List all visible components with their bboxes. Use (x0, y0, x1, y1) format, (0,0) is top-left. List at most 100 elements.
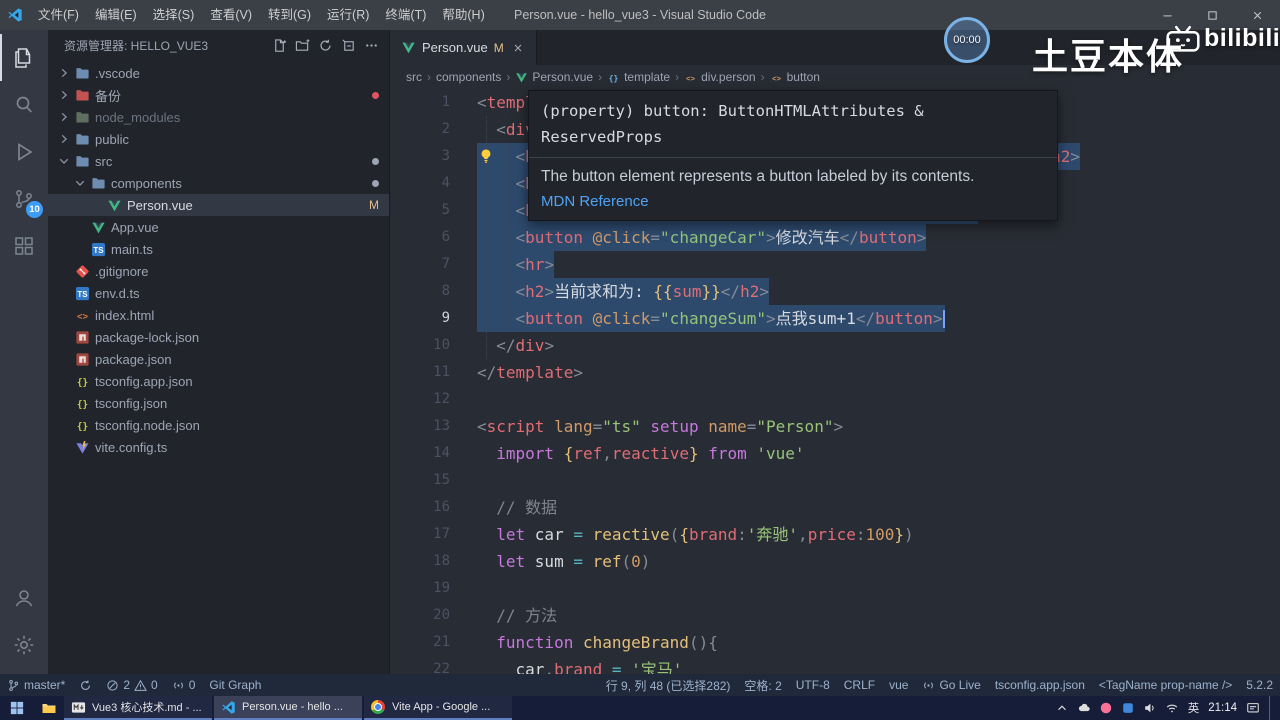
breadcrumb-template[interactable]: {}template (607, 70, 670, 84)
activity-search[interactable] (0, 81, 48, 128)
tree-item-src[interactable]: src (48, 150, 389, 172)
code-line-14[interactable]: 14 import {ref,reactive} from 'vue' (390, 440, 1280, 467)
collapse-all-button[interactable] (338, 35, 358, 55)
tree-item-item-1[interactable]: 备份 (48, 84, 389, 106)
tree-item-public[interactable]: public (48, 128, 389, 150)
menu-edit[interactable]: 编辑(E) (87, 0, 145, 30)
tree-item-index-html[interactable]: <>index.html (48, 304, 389, 326)
activity-explorer[interactable] (0, 34, 48, 81)
mdn-reference-link[interactable]: MDN Reference (529, 190, 1057, 220)
menu-help[interactable]: 帮助(H) (434, 0, 492, 30)
code-line-18[interactable]: 18 let sum = ref(0) (390, 548, 1280, 575)
line-content: </template> (477, 359, 583, 386)
speaker-tray-icon[interactable] (1143, 701, 1157, 715)
tree-item-package-lock-json[interactable]: package-lock.json (48, 326, 389, 348)
status-tsconfig[interactable]: tsconfig.app.json (988, 674, 1092, 696)
code-line-6[interactable]: 6 <button @click="changeCar">修改汽车</butto… (390, 224, 1280, 251)
tree-item-package-json[interactable]: package.json (48, 348, 389, 370)
refresh-button[interactable] (315, 35, 335, 55)
status-problems[interactable]: 20 (99, 674, 164, 696)
status-language-mode[interactable]: vue (882, 674, 915, 696)
code-line-13[interactable]: 13<script lang="ts" setup name="Person"> (390, 413, 1280, 440)
status-cursor-position[interactable]: 行 9, 列 48 (已选择282) (599, 674, 738, 696)
code-line-21[interactable]: 21 function changeBrand(){ (390, 629, 1280, 656)
line-number: 9 (390, 305, 450, 332)
tree-item-tsconfig-app-json[interactable]: {}tsconfig.app.json (48, 370, 389, 392)
status-sync[interactable] (72, 674, 99, 696)
activity-account[interactable] (0, 574, 48, 621)
code-line-8[interactable]: 8 <h2>当前求和为: {{sum}}</h2> (390, 278, 1280, 305)
breadcrumb-src[interactable]: src (406, 70, 422, 84)
tree-item-person-vue[interactable]: Person.vueM (48, 194, 389, 216)
code-line-16[interactable]: 16 // 数据 (390, 494, 1280, 521)
tree-item-main-ts[interactable]: TSmain.ts (48, 238, 389, 260)
menu-run[interactable]: 运行(R) (319, 0, 377, 30)
clock[interactable]: 21:14 (1208, 702, 1237, 714)
tree-item-app-vue[interactable]: App.vue (48, 216, 389, 238)
tree-item-tsconfig-node-json[interactable]: {}tsconfig.node.json (48, 414, 389, 436)
svg-text:{}: {} (76, 377, 87, 388)
start-button[interactable] (0, 696, 34, 720)
show-desktop-button[interactable] (1269, 696, 1274, 720)
tree-item-vscode[interactable]: .vscode (48, 62, 389, 84)
status-go-live[interactable]: Go Live (915, 674, 987, 696)
more-button[interactable] (361, 35, 381, 55)
chevron-up-tray-icon[interactable] (1055, 701, 1069, 715)
activity-debug[interactable] (0, 128, 48, 175)
notification-center-icon[interactable] (1246, 701, 1260, 715)
code-line-17[interactable]: 17 let car = reactive({brand:'奔驰',price:… (390, 521, 1280, 548)
tree-item-components[interactable]: components (48, 172, 389, 194)
blue-square-tray-icon[interactable] (1121, 701, 1135, 715)
status-volar-version[interactable]: 5.2.2 (1239, 674, 1280, 696)
menu-view[interactable]: 查看(V) (202, 0, 260, 30)
new-folder-button[interactable] (292, 35, 312, 55)
taskbar-window-vscode[interactable]: Person.vue - hello ... (214, 696, 362, 720)
code-line-20[interactable]: 20 // 方法 (390, 602, 1280, 629)
tree-item-gitignore[interactable]: .gitignore (48, 260, 389, 282)
status-branch[interactable]: master* (0, 674, 72, 696)
code-line-9[interactable]: 9 <button @click="changeSum">点我sum+1</bu… (390, 305, 1280, 332)
tab-close-icon[interactable] (510, 40, 526, 56)
status-git-graph[interactable]: Git Graph (202, 674, 268, 696)
code-line-12[interactable]: 12 (390, 386, 1280, 413)
breadcrumb-button[interactable]: <>button (770, 70, 820, 84)
status-label: 0 (151, 678, 158, 692)
status-encoding[interactable]: UTF-8 (789, 674, 837, 696)
taskbar-window-typora[interactable]: Vue3 核心技术.md - ... (64, 696, 212, 720)
tree-item-vite-config-ts[interactable]: vite.config.ts (48, 436, 389, 458)
status-tag-template[interactable]: <TagName prop-name /> (1092, 674, 1239, 696)
activity-source-control[interactable]: 10 (0, 175, 48, 222)
activity-extensions[interactable] (0, 222, 48, 269)
menu-terminal[interactable]: 终端(T) (377, 0, 434, 30)
code-line-15[interactable]: 15 (390, 467, 1280, 494)
lightbulb-icon[interactable] (478, 148, 494, 164)
menu-file[interactable]: 文件(F) (30, 0, 87, 30)
code-line-22[interactable]: 22 car.brand = '宝马' (390, 656, 1280, 674)
cloud-tray-icon[interactable] (1077, 701, 1091, 715)
tree-item-env-d-ts[interactable]: TSenv.d.ts (48, 282, 389, 304)
ime-indicator[interactable]: 英 (1188, 700, 1200, 716)
new-file-button[interactable] (269, 35, 289, 55)
tree-item-tsconfig-json[interactable]: {}tsconfig.json (48, 392, 389, 414)
tree-item-node-modules[interactable]: node_modules (48, 106, 389, 128)
status-eol[interactable]: CRLF (837, 674, 882, 696)
code-line-10[interactable]: 10 </div> (390, 332, 1280, 359)
bili-tray-icon[interactable] (1099, 701, 1113, 715)
line-number: 14 (390, 440, 450, 467)
breadcrumb-components[interactable]: components (436, 70, 501, 84)
tab-person-vue[interactable]: Person.vue M (390, 30, 537, 65)
menu-selection[interactable]: 选择(S) (145, 0, 203, 30)
breadcrumb-person-vue[interactable]: Person.vue (515, 70, 593, 84)
status-indentation[interactable]: 空格: 2 (737, 674, 788, 696)
status-ports[interactable]: 0 (165, 674, 203, 696)
taskbar-window-chrome[interactable]: Vite App - Google ... (364, 696, 512, 720)
network-tray-icon[interactable] (1165, 701, 1179, 715)
code-line-11[interactable]: 11</template> (390, 359, 1280, 386)
breadcrumb-div-person[interactable]: <>div.person (684, 70, 755, 84)
menu-go[interactable]: 转到(G) (260, 0, 319, 30)
file-explorer-button[interactable] (34, 696, 64, 720)
tree-item-label: src (95, 154, 112, 169)
code-line-19[interactable]: 19 (390, 575, 1280, 602)
activity-settings[interactable] (0, 621, 48, 668)
code-line-7[interactable]: 7 <hr> (390, 251, 1280, 278)
